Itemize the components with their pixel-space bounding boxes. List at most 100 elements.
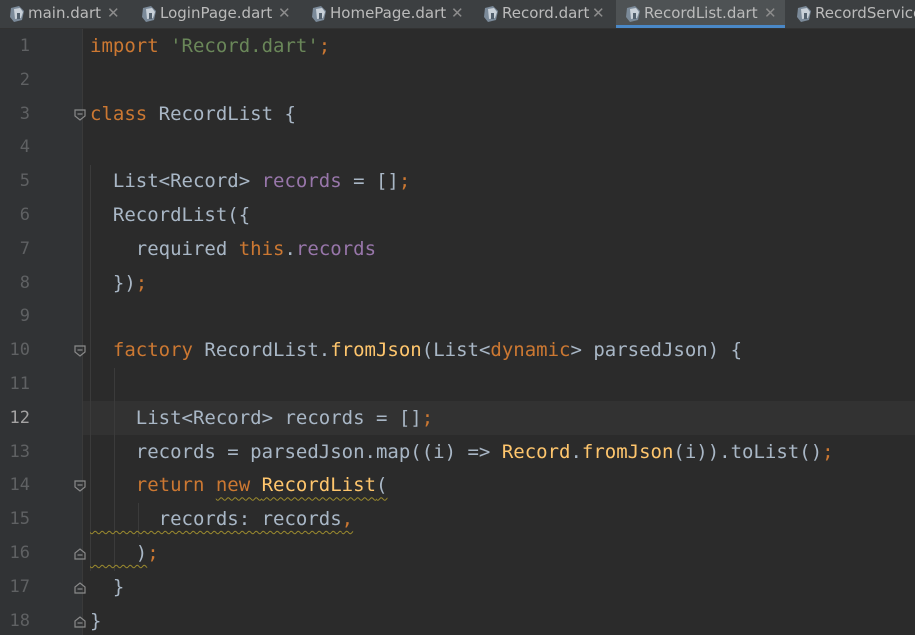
close-icon[interactable]: ✕ <box>107 0 120 27</box>
tab-label: RecordList.dart <box>644 4 758 22</box>
code-token: dynamic <box>490 339 571 362</box>
dart-file-icon <box>142 6 156 22</box>
tab-label: Record.dart <box>502 4 590 22</box>
tab-recordlist-dart[interactable]: RecordList.dart ✕ <box>616 0 785 28</box>
code-token: class <box>90 102 159 125</box>
close-icon[interactable]: ✕ <box>592 0 605 27</box>
line-number: 6 <box>19 205 30 225</box>
line-number: 12 <box>9 407 30 428</box>
code-token: ; <box>398 170 411 193</box>
code-token: = [] <box>341 170 399 193</box>
code-token: List<Record> <box>90 170 262 193</box>
code-line[interactable]: ); <box>90 537 159 571</box>
line-number: 7 <box>19 238 30 259</box>
line-number: 18 <box>9 610 30 631</box>
code-token: import <box>90 35 171 57</box>
code-line[interactable]: }); <box>90 267 147 301</box>
dart-file-icon <box>626 6 640 22</box>
fold-marker-icon[interactable] <box>73 547 87 561</box>
dart-file-icon <box>484 6 498 22</box>
line-number: 10 <box>9 340 30 361</box>
tab-label: LoginPage.dart <box>160 4 273 22</box>
code-line[interactable]: factory RecordList.fromJson(List<dynamic… <box>90 334 742 368</box>
fold-marker-icon[interactable] <box>73 615 87 629</box>
editor-tab-bar: main.dart ✕ LoginPage.dart ✕ HomePage.dart ✕ R… <box>0 0 915 29</box>
code-token: RecordList({ <box>90 204 251 226</box>
code-token: records <box>261 170 342 193</box>
close-icon[interactable]: ✕ <box>451 0 464 27</box>
fold-marker-icon[interactable] <box>73 344 87 358</box>
line-number: 15 <box>9 509 30 530</box>
code-token: (List< <box>421 339 491 362</box>
code-token: RecordList { <box>158 102 296 125</box>
code-token: }) <box>90 271 136 294</box>
code-line[interactable]: class RecordList { <box>90 98 296 132</box>
code-token: RecordList. <box>204 339 331 362</box>
close-icon[interactable]: ✕ <box>764 0 777 27</box>
fold-marker-icon[interactable] <box>73 479 87 493</box>
code-token: (i)).toList() <box>673 440 823 463</box>
code-token: ; <box>147 542 159 564</box>
line-number: 9 <box>19 306 30 327</box>
tab-label: HomePage.dart <box>330 4 447 22</box>
code-token: ; <box>135 271 148 294</box>
code-token: 'Record.dart' <box>170 35 319 57</box>
tab-main-dart[interactable]: main.dart ✕ <box>0 0 130 28</box>
code-token: > parsedJson) { <box>570 339 743 362</box>
code-token: ; <box>318 35 331 57</box>
tab-label: main.dart <box>28 4 102 22</box>
code-token: fromJson <box>330 339 422 362</box>
code-editor: main.dart ✕ LoginPage.dart ✕ HomePage.dart ✕ R… <box>0 0 915 635</box>
code-token: ) <box>90 542 148 564</box>
line-number: 3 <box>19 103 30 124</box>
code-line[interactable]: return new RecordList( <box>90 469 388 503</box>
code-token: , <box>341 508 354 531</box>
code-token: required <box>90 237 239 260</box>
line-number: 8 <box>19 272 30 293</box>
tab-label: RecordService <box>815 4 915 22</box>
code-line[interactable]: required this.records <box>90 233 376 267</box>
code-line[interactable]: List<Record> records = []; <box>90 402 433 436</box>
code-token: RecordList <box>261 474 376 497</box>
fold-marker-icon[interactable] <box>73 581 87 595</box>
line-number: 4 <box>19 137 30 158</box>
fold-marker-icon[interactable] <box>73 108 87 122</box>
code-line[interactable]: RecordList({ <box>90 199 250 233</box>
code-token: List<Record> records = [] <box>90 406 422 429</box>
dart-file-icon <box>10 6 24 22</box>
code-line[interactable]: import 'Record.dart'; <box>90 30 330 64</box>
line-number: 13 <box>9 441 30 462</box>
line-number: 14 <box>9 475 30 496</box>
close-icon[interactable]: ✕ <box>278 0 291 27</box>
code-token: records <box>295 237 377 260</box>
line-number: 17 <box>9 576 30 597</box>
dart-file-icon <box>312 6 326 22</box>
line-number: 2 <box>19 69 30 90</box>
code-token: this <box>238 237 285 260</box>
code-token: ; <box>421 406 434 429</box>
code-token: factory <box>90 339 205 362</box>
dart-file-icon <box>797 6 811 22</box>
code-token: fromJson <box>581 440 674 463</box>
tab-homepage-dart[interactable]: HomePage.dart ✕ <box>302 0 472 28</box>
tab-loginpage-dart[interactable]: LoginPage.dart ✕ <box>132 0 300 28</box>
code-line[interactable]: records: records, <box>90 503 354 537</box>
code-line[interactable]: records = parsedJson.map((i) => Record.f… <box>90 436 834 470</box>
code-token: } <box>90 609 102 632</box>
line-number-gutter[interactable]: 1 2 3 4 5 6 7 8 9 10 11 12 13 14 15 16 17 18 <box>0 29 82 635</box>
code-token: new <box>215 474 262 497</box>
code-token: } <box>90 575 125 598</box>
code-token: . <box>284 237 296 260</box>
code-token: . <box>570 440 582 463</box>
line-number: 5 <box>19 171 30 192</box>
code-token: Record <box>501 440 571 463</box>
code-line[interactable]: List<Record> records = []; <box>90 165 410 199</box>
code-token: return <box>90 474 216 497</box>
tab-record-dart[interactable]: Record.dart ✕ <box>474 0 614 28</box>
line-number: 16 <box>9 543 30 563</box>
code-line[interactable]: } <box>90 605 101 635</box>
tab-recordservice[interactable]: RecordService <box>787 0 915 28</box>
code-line[interactable]: } <box>90 571 124 605</box>
code-token: ; <box>822 440 834 463</box>
code-token: records = parsedJson.map((i) => <box>90 440 502 463</box>
